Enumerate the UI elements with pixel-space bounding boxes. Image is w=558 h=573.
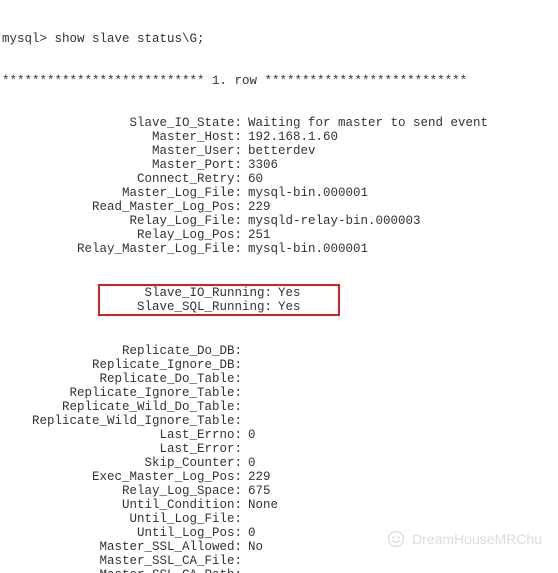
status-field-line: Relay_Master_Log_File: mysql-bin.000001	[2, 242, 556, 256]
field-label: Slave_IO_State:	[2, 116, 242, 130]
status-field-line: Until_Log_File:	[2, 512, 556, 526]
status-field-line: Replicate_Ignore_DB:	[2, 358, 556, 372]
status-field-line: Last_Error:	[2, 442, 556, 456]
field-value: mysql-bin.000001	[248, 242, 368, 256]
status-field-line: Master_Host: 192.168.1.60	[2, 130, 556, 144]
field-label: Slave_IO_Running:	[102, 286, 272, 300]
field-label: Relay_Log_Pos:	[2, 228, 242, 242]
field-label: Master_Log_File:	[2, 186, 242, 200]
field-value: 251	[248, 228, 271, 242]
status-field-line: Relay_Log_File: mysqld-relay-bin.000003	[2, 214, 556, 228]
status-field-line: Connect_Retry: 60	[2, 172, 556, 186]
field-label: Master_Host:	[2, 130, 242, 144]
terminal-output: mysql> show slave status\G; ************…	[0, 0, 558, 573]
field-value: mysqld-relay-bin.000003	[248, 214, 421, 228]
field-label: Until_Log_Pos:	[2, 526, 242, 540]
field-label: Until_Condition:	[2, 498, 242, 512]
status-field-line: Until_Condition: None	[2, 498, 556, 512]
prompt-line: mysql> show slave status\G;	[2, 32, 556, 46]
status-field-line: Last_Errno: 0	[2, 428, 556, 442]
field-value: mysql-bin.000001	[248, 186, 368, 200]
field-label: Slave_SQL_Running:	[102, 300, 272, 314]
status-field-line: Master_SSL_CA_File:	[2, 554, 556, 568]
status-field-line: Replicate_Wild_Do_Table:	[2, 400, 556, 414]
status-fields-continued: Replicate_Do_DB:Replicate_Ignore_DB:Repl…	[2, 344, 556, 573]
field-value: 0	[248, 456, 256, 470]
status-field-line: Replicate_Do_Table:	[2, 372, 556, 386]
field-label: Master_SSL_CA_Path:	[2, 568, 242, 573]
field-label: Master_SSL_Allowed:	[2, 540, 242, 554]
field-value: 60	[248, 172, 263, 186]
status-field-line: Replicate_Wild_Ignore_Table:	[2, 414, 556, 428]
status-field-line: Master_Port: 3306	[2, 158, 556, 172]
status-fields: Slave_IO_State: Waiting for master to sen…	[2, 116, 556, 256]
field-value: 0	[248, 428, 256, 442]
status-field-line: Skip_Counter: 0	[2, 456, 556, 470]
field-value: Yes	[278, 300, 301, 314]
status-field-line: Master_SSL_CA_Path:	[2, 568, 556, 573]
field-value: Yes	[278, 286, 301, 300]
prompt-prefix: mysql>	[2, 32, 55, 46]
field-value: None	[248, 498, 278, 512]
status-field-line: Master_SSL_Allowed: No	[2, 540, 556, 554]
field-value: No	[248, 540, 263, 554]
field-label: Last_Error:	[2, 442, 242, 456]
sql-command: show slave status\G;	[55, 32, 205, 46]
field-value: 675	[248, 484, 271, 498]
field-label: Until_Log_File:	[2, 512, 242, 526]
field-label: Replicate_Do_DB:	[2, 344, 242, 358]
status-field-line: Relay_Log_Space: 675	[2, 484, 556, 498]
field-value: betterdev	[248, 144, 316, 158]
status-field-line: Relay_Log_Pos: 251	[2, 228, 556, 242]
field-label: Replicate_Ignore_DB:	[2, 358, 242, 372]
field-label: Replicate_Do_Table:	[2, 372, 242, 386]
status-field-line: Replicate_Ignore_Table:	[2, 386, 556, 400]
field-label: Master_SSL_CA_File:	[2, 554, 242, 568]
status-field-line: Slave_IO_Running: Yes	[102, 286, 336, 300]
field-label: Last_Errno:	[2, 428, 242, 442]
field-value: 229	[248, 200, 271, 214]
status-field-line: Exec_Master_Log_Pos: 229	[2, 470, 556, 484]
field-label: Replicate_Wild_Ignore_Table:	[2, 414, 242, 428]
field-value: Waiting for master to send event	[248, 116, 488, 130]
highlighted-fields: Slave_IO_Running: Yes Slave_SQL_Running: Ye…	[98, 284, 340, 316]
status-field-line: Until_Log_Pos: 0	[2, 526, 556, 540]
field-label: Connect_Retry:	[2, 172, 242, 186]
field-label: Master_Port:	[2, 158, 242, 172]
status-field-line: Slave_IO_State: Waiting for master to sen…	[2, 116, 556, 130]
field-value: 3306	[248, 158, 278, 172]
status-field-line: Slave_SQL_Running: Yes	[102, 300, 336, 314]
status-field-line: Master_User: betterdev	[2, 144, 556, 158]
field-value: 192.168.1.60	[248, 130, 338, 144]
status-field-line: Read_Master_Log_Pos: 229	[2, 200, 556, 214]
field-value: 229	[248, 470, 271, 484]
status-field-line: Replicate_Do_DB:	[2, 344, 556, 358]
field-label: Master_User:	[2, 144, 242, 158]
field-label: Replicate_Wild_Do_Table:	[2, 400, 242, 414]
status-field-line: Master_Log_File: mysql-bin.000001	[2, 186, 556, 200]
field-label: Skip_Counter:	[2, 456, 242, 470]
field-label: Relay_Log_Space:	[2, 484, 242, 498]
field-label: Replicate_Ignore_Table:	[2, 386, 242, 400]
row-separator: *************************** 1. row *****…	[2, 74, 556, 88]
field-label: Read_Master_Log_Pos:	[2, 200, 242, 214]
field-label: Relay_Master_Log_File:	[2, 242, 242, 256]
field-label: Exec_Master_Log_Pos:	[2, 470, 242, 484]
field-value: 0	[248, 526, 256, 540]
field-label: Relay_Log_File:	[2, 214, 242, 228]
